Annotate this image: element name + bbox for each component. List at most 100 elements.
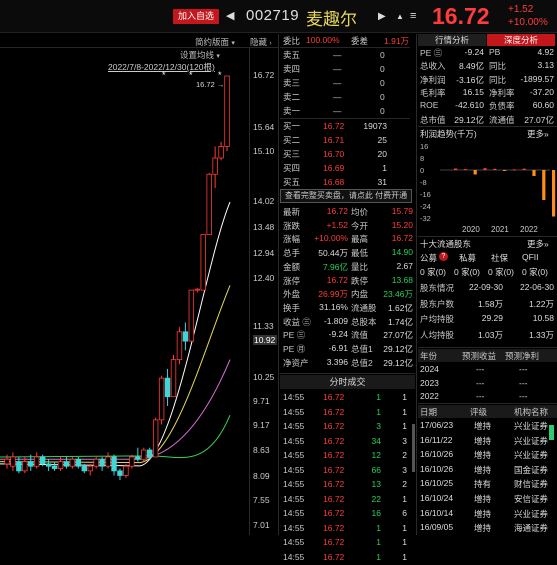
trade-price: 16.72 — [323, 406, 345, 417]
stat-value: 16.72 — [391, 233, 413, 244]
trade-row[interactable]: 14:55 16.72 66 3 — [283, 463, 413, 478]
trade-row[interactable]: 14:55 16.72 16 6 — [283, 506, 413, 521]
upgrade-banner[interactable]: 查看完整买卖盘，请点此 付费开通 — [280, 189, 412, 203]
add-watchlist-button[interactable]: 加入自选 — [173, 9, 219, 24]
trade-row[interactable]: 14:55 16.72 1 1 — [283, 521, 413, 536]
profit-y-tick: 8 — [420, 154, 424, 163]
rating-org: 兴业证券 — [514, 508, 549, 519]
rating-grade: 增持 — [474, 435, 492, 446]
kline-chart[interactable] — [0, 70, 250, 530]
stat-label: 内盘 — [351, 289, 369, 300]
trade-row[interactable]: 14:55 16.72 1 1 — [283, 405, 413, 420]
tab-market-analysis[interactable]: 行情分析 — [418, 34, 486, 46]
profit-title: 利润趋势(千万) — [420, 129, 477, 139]
candle-body — [105, 456, 111, 467]
stat-value: 26.99万 — [318, 289, 348, 300]
trade-price: 16.72 — [323, 450, 345, 460]
forecast-head: 预测收益 — [462, 351, 497, 361]
profit-bar — [542, 170, 546, 200]
stat-value: 15.79 — [391, 206, 413, 216]
stat-value: 1.62亿 — [387, 302, 413, 313]
trade-row[interactable]: 14:55 16.72 3 1 — [283, 419, 413, 434]
stat-label: 最新 — [283, 207, 301, 217]
stat-label: 流通股 — [351, 302, 377, 313]
profit-y-tick: -8 — [420, 178, 427, 187]
fund-value: 27.07亿 — [524, 114, 554, 125]
tab-depth-analysis[interactable]: 深度分析 — [487, 34, 555, 46]
trade-count: 2 — [402, 450, 407, 460]
holder-row-value: 1.33万 — [528, 329, 554, 340]
price-tick-label: 9.71 — [253, 396, 270, 406]
prev-stock-icon[interactable]: ◀ — [226, 0, 234, 33]
candle-body — [170, 359, 177, 398]
trade-count: 3 — [402, 464, 407, 475]
price-tick-label: 9.17 — [253, 420, 270, 430]
holders-more[interactable]: 更多» — [527, 238, 549, 250]
candle-body — [135, 456, 141, 460]
stat-label: 涨跌 — [283, 220, 301, 231]
forecast-cell: --- — [476, 364, 485, 374]
profit-chart: 16 8 0 -8 -16 -24 -32 2020 2021 2022 — [420, 142, 556, 234]
stat-value: 2.67 — [396, 260, 413, 271]
fund-value: -1899.57 — [520, 73, 554, 84]
trade-row[interactable]: 14:55 16.72 1 1 — [283, 550, 413, 565]
trade-time: 14:55 — [283, 392, 305, 402]
candle-body — [206, 173, 212, 235]
trade-row[interactable]: 14:55 16.72 34 3 — [283, 434, 413, 449]
diff-label: 委差 — [351, 36, 369, 46]
trade-row[interactable]: 14:55 16.72 1 1 — [283, 390, 413, 405]
forecast-cell: --- — [476, 391, 485, 401]
trade-row[interactable]: 14:55 16.72 22 1 — [283, 492, 413, 507]
profit-bar — [483, 168, 487, 170]
holder-row-value: 29.29 — [481, 313, 503, 323]
bid-label: 买二 — [283, 135, 301, 145]
bid-row: 买四 16.69 1 — [283, 161, 387, 175]
rating-grade: 增持 — [474, 508, 492, 519]
next-stock-icon[interactable]: ▶ — [378, 0, 386, 33]
menu-icon[interactable]: ≡ — [410, 0, 416, 33]
candle-body — [158, 377, 165, 421]
rating-head: 机构名称 — [514, 407, 549, 417]
price-tick-label: 15.10 — [253, 146, 275, 156]
stat-value: 23.46万 — [383, 289, 413, 300]
bid-price: 16.71 — [323, 135, 345, 145]
trades-scrollbar[interactable] — [412, 424, 415, 472]
profit-bar — [503, 170, 507, 171]
alert-bell-icon[interactable]: ▲ — [396, 0, 404, 33]
rating-grade: 增持 — [474, 421, 492, 431]
stat-label: 最低 — [351, 248, 369, 259]
profit-more[interactable]: 更多» — [527, 128, 549, 140]
holder-count: 0 家(0) — [420, 267, 446, 277]
ma-setting[interactable]: 设置均线 ▾ — [180, 49, 220, 61]
price-tick-label: 7.01 — [253, 520, 270, 530]
trade-count: 1 — [402, 421, 407, 431]
trade-row[interactable]: 14:55 16.72 13 2 — [283, 477, 413, 492]
price-tick-label: 12.40 — [253, 273, 275, 283]
help-icon[interactable]: ? — [439, 252, 448, 261]
rating-head: 日期 — [420, 407, 438, 417]
candle-body — [45, 463, 52, 467]
candle-body — [51, 465, 58, 469]
holder-row-value: 10.58 — [532, 313, 554, 323]
candle-body — [218, 146, 224, 159]
trade-row[interactable]: 14:55 16.72 1 1 — [283, 535, 413, 550]
rating-grade: 增持 — [474, 523, 492, 534]
ask-label: 卖一 — [283, 106, 301, 116]
profit-y-tick: -24 — [420, 202, 431, 211]
profit-x-tick: 2022 — [520, 225, 538, 234]
stat-label: 流值 — [351, 330, 369, 341]
holder-row-value: 1.58万 — [477, 298, 503, 309]
bid-row: 买一 16.72 19073 — [283, 119, 387, 133]
bid-volume: 25 — [377, 135, 387, 145]
rating-org: 财信证券 — [514, 479, 549, 490]
price-tick-label: 10.25 — [253, 372, 275, 382]
price-tick-label: 8.63 — [253, 445, 270, 455]
ask-row: 卖四 — 0 — [283, 62, 387, 76]
rating-org: 兴业证券 — [514, 435, 549, 446]
stat-label: 量比 — [351, 261, 369, 272]
profit-x-tick: 2021 — [491, 225, 509, 234]
trade-row[interactable]: 14:55 16.72 12 2 — [283, 448, 413, 463]
ratings-scrollbar[interactable] — [549, 425, 554, 440]
candle-body — [22, 461, 28, 472]
ask-row: 卖五 — 0 — [283, 48, 387, 62]
